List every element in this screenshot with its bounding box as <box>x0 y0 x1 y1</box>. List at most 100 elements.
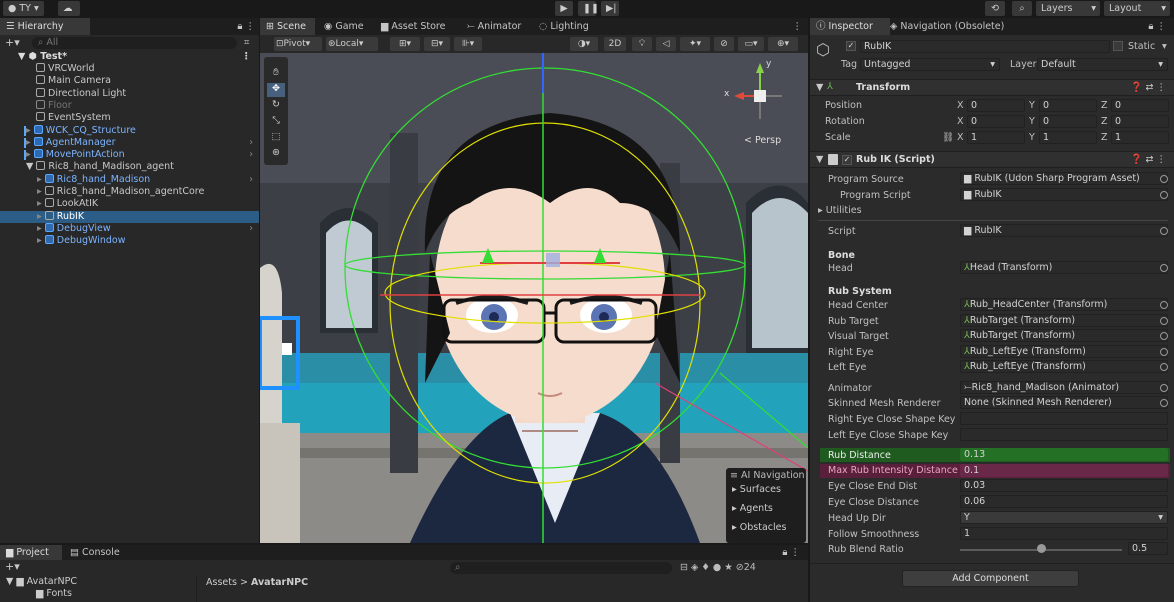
object-picker-icon[interactable] <box>1160 399 1168 407</box>
hierarchy-item[interactable]: Directional Light <box>0 87 259 100</box>
eye-close-end-dist-field[interactable]: 0.03 <box>960 479 1168 492</box>
transform-z-field[interactable]: 0 <box>1111 99 1169 112</box>
animator-field[interactable]: ⤚Ric8_hand_Madison (Animator) <box>960 381 1168 394</box>
eye-close-distance-field[interactable]: 0.06 <box>960 495 1168 508</box>
tab-lighting[interactable]: ◌ Lighting <box>539 18 589 35</box>
pause-button[interactable]: ❚❚ <box>578 1 599 16</box>
foldout-arrow-icon[interactable]: ▼ <box>26 161 36 172</box>
hierarchy-item[interactable]: Main Camera <box>0 75 259 87</box>
foldout-arrow-icon[interactable]: ▸ <box>37 235 45 246</box>
step-button[interactable]: ▶| <box>601 1 619 16</box>
scale-tool-icon[interactable]: ⤡ <box>267 115 285 129</box>
skinned-mesh-renderer-field[interactable]: None (Skinned Mesh Renderer) <box>960 396 1168 409</box>
hierarchy-item[interactable]: VRCWorld <box>0 63 259 75</box>
hierarchy-item[interactable]: ▸ Ric8_hand_Madison_agentCore <box>0 186 259 198</box>
search-icon[interactable]: ⌕ <box>1012 1 1032 16</box>
chevron-right-icon[interactable]: › <box>249 223 253 235</box>
tab-navigation[interactable]: ◈ Navigation (Obsolete) <box>890 18 1004 35</box>
transform-y-field[interactable]: 0 <box>1039 115 1097 128</box>
chevron-right-icon[interactable]: › <box>249 174 253 186</box>
foldout-arrow-icon[interactable]: ▸ <box>26 137 34 148</box>
max-rub-intensity-field[interactable]: 0.1 <box>960 464 1168 477</box>
camera-settings-icon[interactable]: ▭▾ <box>738 37 764 51</box>
rub-transform-field[interactable]: ⅄Rub_HeadCenter (Transform) <box>960 298 1168 311</box>
tag-icon[interactable]: ♦ <box>701 562 710 573</box>
object-picker-icon[interactable] <box>1160 264 1168 272</box>
tab-console[interactable]: ▤ Console <box>70 545 120 560</box>
transform-x-field[interactable]: 0 <box>967 99 1025 112</box>
play-button[interactable]: ▶ <box>555 1 573 16</box>
toggle-tools-icon[interactable]: ⊪▾ <box>454 37 482 51</box>
cloud-icon[interactable]: ☁ <box>58 1 80 16</box>
ai-nav-agents[interactable]: ▸ Agents <box>732 503 773 514</box>
transform-tool-icon[interactable]: ⊛ <box>267 147 285 161</box>
layers-dropdown[interactable]: Layers ▾ <box>1036 1 1100 16</box>
shading-mode-icon[interactable]: ◑▾ <box>570 37 598 51</box>
tree-item-avatarnpc[interactable]: ▼ ▆ AvatarNPC <box>6 576 196 588</box>
foldout-arrow-icon[interactable]: ▸ <box>37 186 45 197</box>
component-menu-icon[interactable]: ❓ ⇄ ⋮ <box>1131 82 1166 93</box>
pivot-dropdown[interactable]: ⊡Pivot▾ <box>274 37 322 51</box>
layout-dropdown[interactable]: Layout ▾ <box>1104 1 1170 16</box>
favorite-icon[interactable]: ★ <box>724 562 733 573</box>
rect-tool-icon[interactable]: ⬚ <box>267 131 285 145</box>
add-icon[interactable]: +▾ <box>5 36 20 49</box>
ai-nav-surfaces[interactable]: ▸ Surfaces <box>732 484 781 495</box>
rub-blend-value-field[interactable]: 0.5 <box>1128 542 1168 555</box>
tag-dropdown[interactable]: Untagged ▾ <box>860 58 1000 71</box>
hierarchy-item[interactable]: ▸ DebugView › <box>0 222 259 235</box>
object-picker-icon[interactable] <box>1160 175 1168 183</box>
hidden-packages-icon[interactable]: ⊘ <box>736 562 744 573</box>
tab-game[interactable]: ◉ Game <box>324 18 364 35</box>
object-picker-icon[interactable] <box>1160 316 1168 325</box>
rub-transform-field[interactable]: ⅄Rub_LeftEye (Transform) <box>960 344 1168 358</box>
tree-item-fonts[interactable]: ▆ Fonts <box>6 588 196 600</box>
foldout-arrow-icon[interactable]: ▸ <box>37 223 45 234</box>
static-dropdown-icon[interactable]: ▾ <box>1162 41 1167 52</box>
program-script-field[interactable]: ▆ RubIK <box>960 188 1168 201</box>
filter-icon[interactable]: ⌗ <box>244 37 249 48</box>
transform-x-field[interactable]: 1 <box>967 131 1025 144</box>
tab-inspector[interactable]: ⓘ Inspector <box>810 18 890 35</box>
snap-increment-icon[interactable]: ⊟▾ <box>424 37 450 51</box>
rub-blend-slider-thumb[interactable] <box>1037 544 1046 553</box>
drag-handle-icon[interactable]: ≡ <box>730 470 738 481</box>
right-eye-close-field[interactable] <box>960 412 1168 425</box>
transform-header[interactable]: ▼ ⅄ Transform ❓ ⇄ ⋮ <box>810 79 1174 96</box>
hierarchy-item[interactable]: ▸ WCK_CQ_Structure <box>0 124 259 137</box>
program-source-field[interactable]: ▆ RubIK (Udon Sharp Program Asset) <box>960 172 1168 185</box>
rub-transform-field[interactable]: ⅄RubTarget (Transform) <box>960 329 1168 343</box>
static-checkbox[interactable] <box>1113 41 1123 51</box>
follow-smoothness-field[interactable]: 1 <box>960 527 1168 540</box>
add-component-button[interactable]: Add Component <box>902 570 1079 587</box>
foldout-arrow-icon[interactable]: ▸ <box>26 149 34 160</box>
hierarchy-item[interactable]: ▸ RubIK <box>0 210 259 223</box>
hierarchy-item[interactable]: ▸ DebugWindow <box>0 235 259 247</box>
mode-2d-toggle[interactable]: 2D <box>604 37 626 51</box>
foldout-arrow-icon[interactable]: ▸ <box>37 211 45 222</box>
rubik-script-header[interactable]: ▼ ✓ Rub IK (Script) ❓ ⇄ ⋮ <box>810 151 1174 168</box>
object-picker-icon[interactable] <box>1160 227 1168 235</box>
foldout-arrow-icon[interactable]: ▸ <box>26 125 34 136</box>
head-field[interactable]: ⅄Head (Transform) <box>960 261 1168 274</box>
hierarchy-item[interactable]: EventSystem <box>0 112 259 124</box>
scene-viewport[interactable]: ✋︎ ✥ ↻ ⤡ ⬚ ⊛ y x < Persp ≡ AI Navigation… <box>260 53 808 543</box>
hand-tool-icon[interactable]: ✋︎ <box>267 67 285 81</box>
local-dropdown[interactable]: ⊛Local▾ <box>326 37 378 51</box>
grid-snap-icon[interactable]: ⊞▾ <box>390 37 420 51</box>
hierarchy-search-input[interactable]: ⌕ All <box>32 37 237 49</box>
object-picker-icon[interactable] <box>1160 384 1168 392</box>
transform-x-field[interactable]: 0 <box>967 115 1025 128</box>
chevron-right-icon[interactable]: › <box>249 137 253 149</box>
tab-scene[interactable]: ⊞ Scene <box>260 18 315 35</box>
transform-z-field[interactable]: 0 <box>1111 115 1169 128</box>
breadcrumb-avatarnpc[interactable]: AvatarNPC <box>251 577 308 588</box>
add-asset-icon[interactable]: +▾ <box>5 560 20 573</box>
lock-icon[interactable]: 🔒︎ ⋮ <box>1148 18 1166 35</box>
constrain-proportions-icon[interactable]: ⛓ <box>942 132 954 143</box>
object-picker-icon[interactable] <box>1160 191 1168 199</box>
transform-y-field[interactable]: 1 <box>1039 131 1097 144</box>
effects-toggle-icon[interactable]: ✦▾ <box>680 37 710 51</box>
rub-distance-field[interactable]: 0.13 <box>960 448 1168 461</box>
breadcrumb-assets[interactable]: Assets <box>206 577 237 588</box>
